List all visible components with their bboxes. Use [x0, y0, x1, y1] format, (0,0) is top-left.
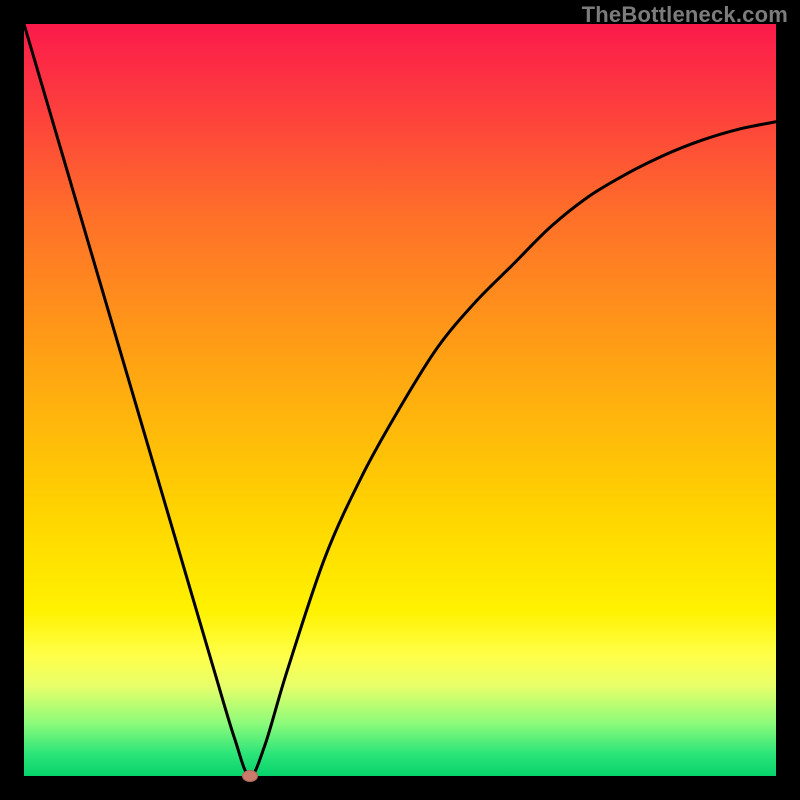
- min-marker: [242, 770, 258, 782]
- chart-frame: TheBottleneck.com: [0, 0, 800, 800]
- bottleneck-curve-path: [24, 24, 776, 776]
- curve-svg: [24, 24, 776, 776]
- watermark-text: TheBottleneck.com: [582, 2, 788, 28]
- plot-area: [24, 24, 776, 776]
